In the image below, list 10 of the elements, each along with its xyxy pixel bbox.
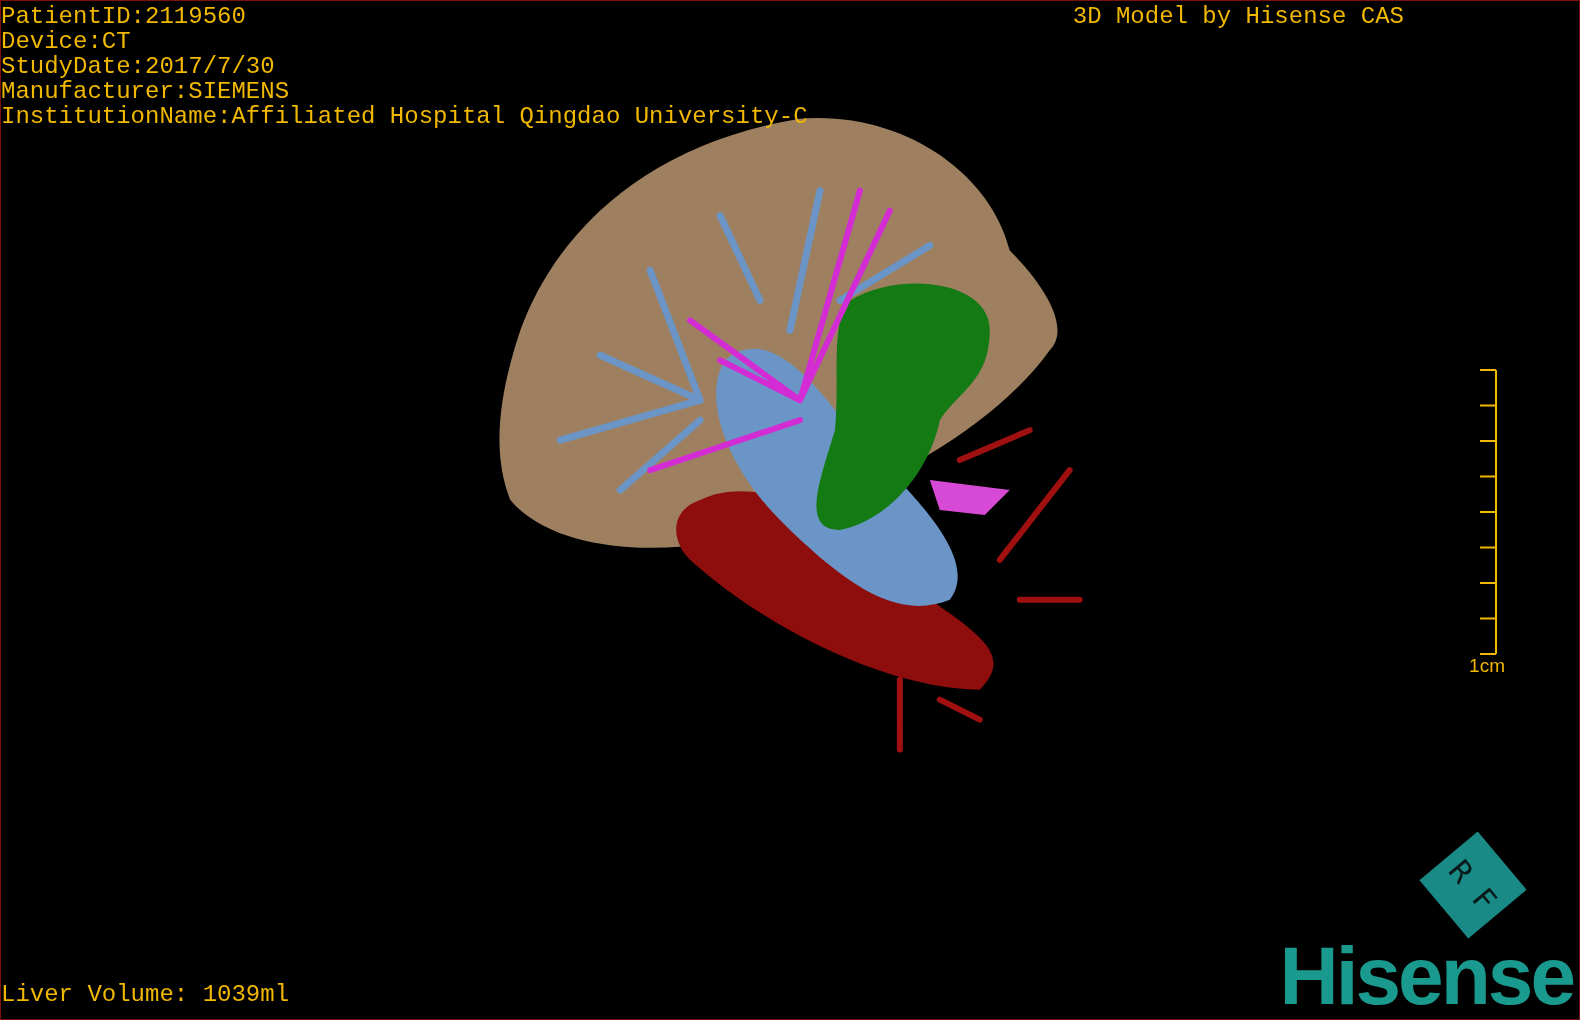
patient-info-line: StudyDate:2017/7/30 bbox=[1, 54, 276, 79]
patient-info-line: PatientID:2119560 bbox=[1, 4, 247, 29]
scale-bar-icon bbox=[1478, 369, 1498, 655]
liver-volume: Liver Volume: 1039ml bbox=[1, 982, 290, 1007]
patient-info-line: InstitutionName:Affiliated Hospital Qingdao University-C bbox=[1, 104, 808, 129]
scale-label: 1cm bbox=[1469, 655, 1505, 677]
viewer-title: 3D Model by Hisense CAS bbox=[1072, 4, 1404, 29]
patient-info-line: Device:CT bbox=[1, 29, 132, 54]
logo-badge: R F bbox=[1419, 831, 1527, 939]
patient-info-line: Manufacturer:SIEMENS bbox=[1, 79, 291, 104]
